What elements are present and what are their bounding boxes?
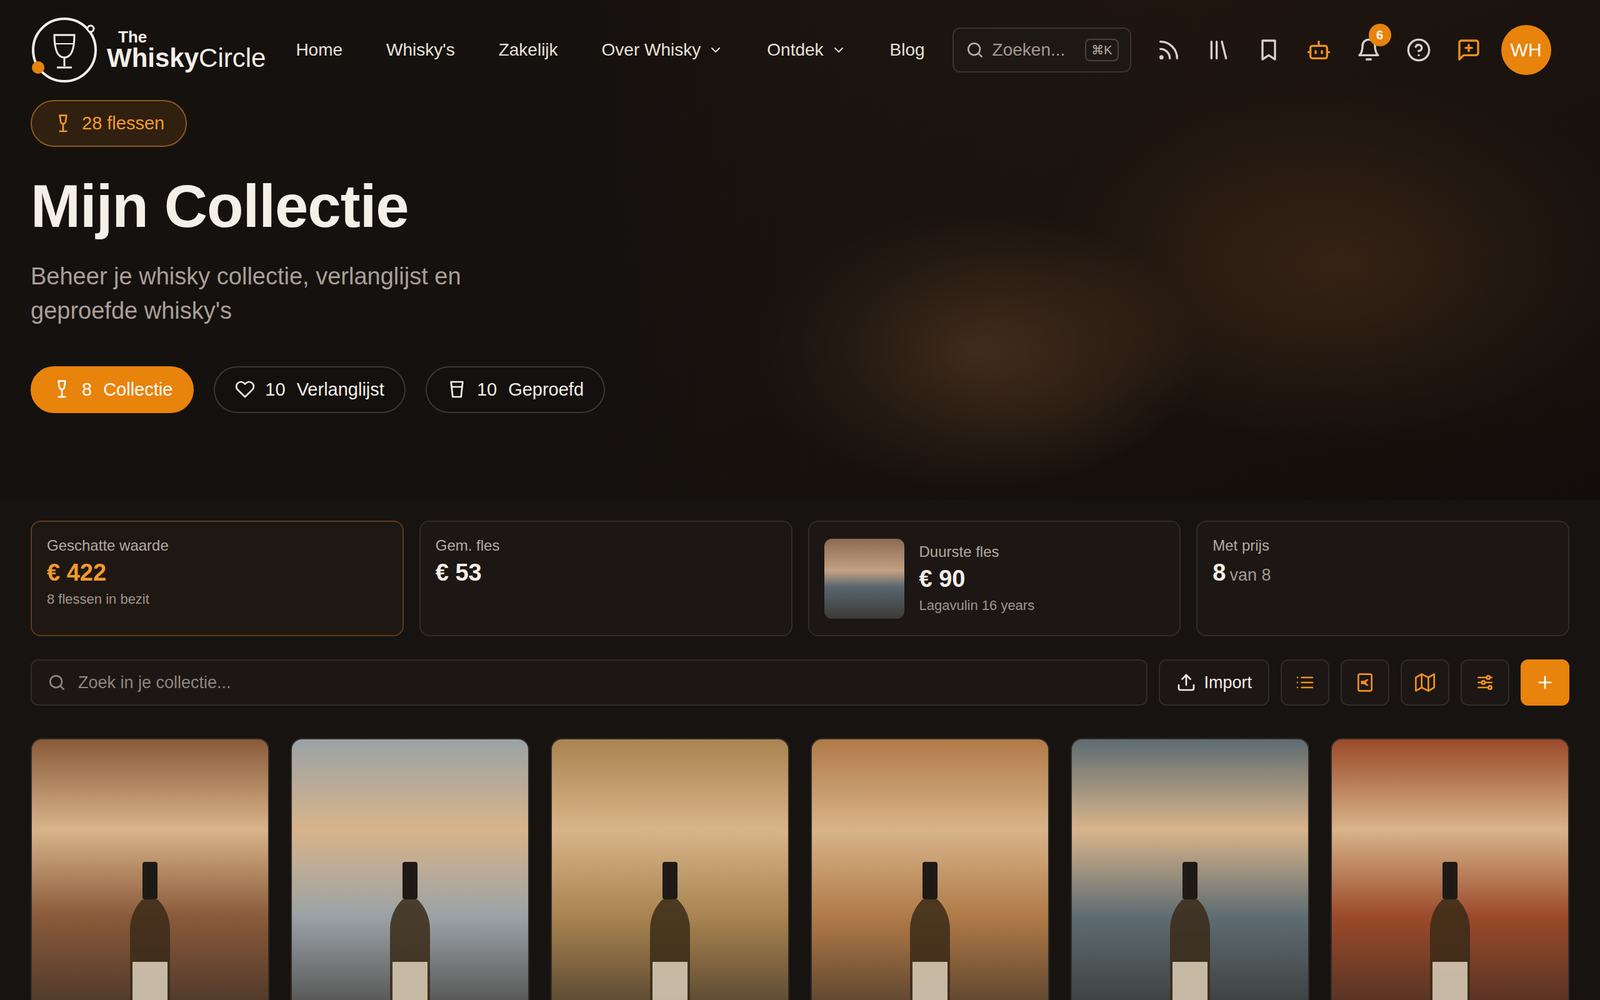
add-button[interactable] bbox=[1520, 659, 1570, 706]
map-view-button[interactable] bbox=[1400, 659, 1450, 706]
bottle-card[interactable] bbox=[810, 738, 1050, 1000]
notification-badge: 6 bbox=[1368, 23, 1392, 47]
bottle-photo bbox=[824, 538, 905, 619]
logo[interactable]: TheWhiskyCircle bbox=[30, 16, 266, 84]
bottle-photo bbox=[905, 861, 955, 1000]
nav-link[interactable]: Whisky's bbox=[386, 40, 455, 60]
collection-tabs: 8Collectie 10Verlanglijst 10Geproefd bbox=[30, 366, 1570, 414]
page-subtitle: Beheer je whisky collectie, verlanglijst… bbox=[30, 259, 550, 329]
bottle-photo bbox=[1425, 861, 1475, 1000]
top-nav: TheWhiskyCircle Home Whisky's Zakelijk Over … bbox=[0, 0, 1600, 100]
collection-tab[interactable]: 10Geproefd bbox=[425, 366, 605, 414]
glass-icon bbox=[53, 113, 74, 134]
list-view-button[interactable] bbox=[1280, 659, 1330, 706]
upload-icon bbox=[1176, 672, 1197, 693]
tumbler-icon bbox=[446, 379, 467, 400]
robot-icon bbox=[1306, 37, 1332, 63]
search-input[interactable] bbox=[992, 40, 1079, 60]
help-button[interactable] bbox=[1406, 37, 1432, 63]
feed-icon bbox=[1156, 37, 1182, 63]
chevron-down-icon bbox=[708, 42, 724, 58]
collection-search-input[interactable] bbox=[78, 673, 1132, 693]
search-icon bbox=[965, 40, 985, 60]
stat-card: Geschatte waarde€ 4228 flessen in bezit bbox=[30, 520, 404, 637]
nav-link[interactable]: Home bbox=[295, 40, 343, 60]
feed-button[interactable] bbox=[1156, 37, 1182, 63]
bottle-card[interactable] bbox=[30, 738, 270, 1000]
bottle-card[interactable] bbox=[1070, 738, 1310, 1000]
collection-tab[interactable]: 8Collectie bbox=[30, 366, 194, 414]
glass-icon bbox=[51, 379, 72, 400]
bottle-count-badge: 28 flessen bbox=[30, 100, 187, 147]
bottle-photo bbox=[125, 861, 175, 1000]
heart-icon bbox=[235, 379, 255, 400]
collection-search[interactable] bbox=[30, 659, 1148, 706]
logo-icon bbox=[30, 16, 99, 84]
chevron-down-icon bbox=[831, 42, 847, 58]
stat-card: Duurste fles€ 90Lagavulin 16 years bbox=[808, 520, 1182, 637]
plus-icon bbox=[1535, 672, 1555, 693]
search-icon bbox=[46, 672, 67, 693]
bookmark-icon bbox=[1256, 37, 1282, 63]
nav-link[interactable]: Over Whisky bbox=[601, 40, 724, 60]
bottle-card[interactable] bbox=[550, 738, 790, 1000]
collection-toolbar: Import bbox=[0, 659, 1600, 706]
nav-links: Home Whisky's Zakelijk Over Whisky Ontdek Blo… bbox=[295, 40, 925, 60]
hero-section: TheWhiskyCircle Home Whisky's Zakelijk Over … bbox=[0, 0, 1600, 500]
nav-link[interactable]: Ontdek bbox=[766, 40, 846, 60]
help-icon bbox=[1406, 37, 1432, 63]
robot-button[interactable] bbox=[1306, 37, 1332, 63]
bottle-card[interactable] bbox=[1330, 738, 1570, 1000]
collection-tab[interactable]: 10Verlanglijst bbox=[213, 366, 406, 414]
library-icon bbox=[1206, 37, 1232, 63]
stat-card: Gem. fles€ 53 bbox=[419, 520, 793, 637]
nav-link[interactable]: Blog bbox=[890, 40, 925, 60]
shortcut-key: ⌘K bbox=[1085, 38, 1119, 62]
filter-icon bbox=[1475, 672, 1495, 693]
filter-button[interactable] bbox=[1460, 659, 1510, 706]
stats-row: Geschatte waarde€ 4228 flessen in bezitG… bbox=[0, 520, 1600, 637]
user-avatar[interactable]: WH bbox=[1501, 25, 1552, 75]
import-button[interactable]: Import bbox=[1158, 659, 1270, 706]
bottle-photo bbox=[645, 861, 695, 1000]
price-icon bbox=[1355, 672, 1375, 693]
map-view-icon bbox=[1415, 672, 1435, 693]
hero-content: 28 flessen Mijn Collectie Beheer je whisky… bbox=[0, 100, 1600, 451]
stat-card: Met prijs8van 8 bbox=[1196, 520, 1570, 637]
search-box[interactable]: ⌘K bbox=[952, 27, 1132, 73]
page-title: Mijn Collectie bbox=[30, 171, 1570, 241]
bottle-card[interactable] bbox=[290, 738, 530, 1000]
nav-link[interactable]: Zakelijk bbox=[498, 40, 559, 60]
bottle-photo bbox=[1165, 861, 1215, 1000]
library-button[interactable] bbox=[1206, 37, 1232, 63]
bookmark-button[interactable] bbox=[1256, 37, 1282, 63]
list-view-icon bbox=[1295, 672, 1315, 693]
bottle-grid bbox=[0, 738, 1600, 1000]
feedback-icon bbox=[1456, 37, 1482, 63]
bottle-photo bbox=[385, 861, 435, 1000]
bell-button[interactable]: 6 bbox=[1356, 37, 1382, 63]
price-button[interactable] bbox=[1340, 659, 1390, 706]
header-icons: 6 WH bbox=[1156, 25, 1552, 75]
feedback-button[interactable] bbox=[1456, 37, 1482, 63]
